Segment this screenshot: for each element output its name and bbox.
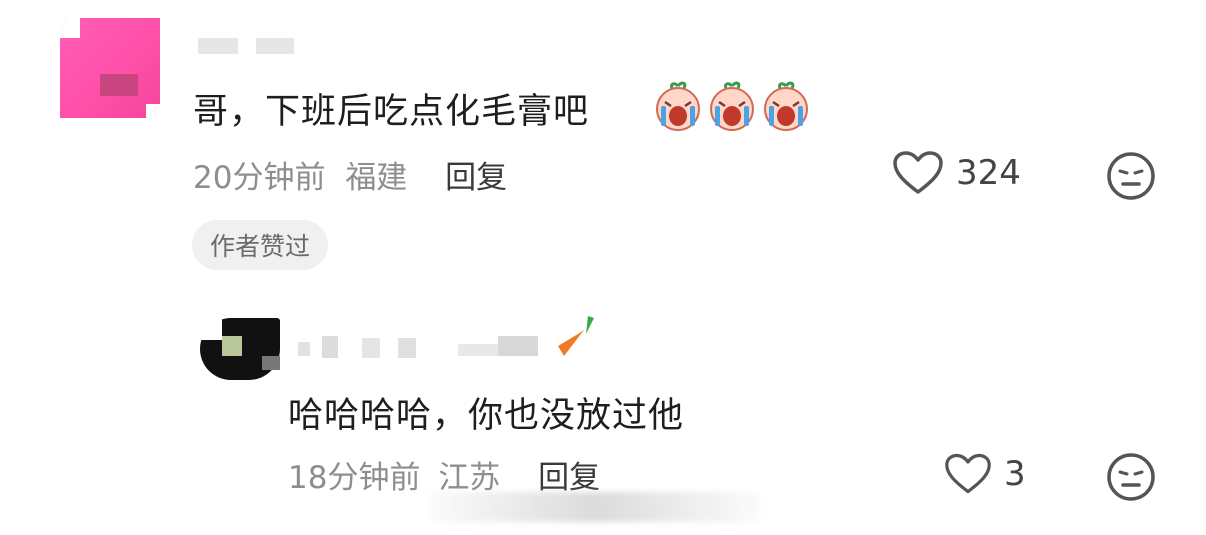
comment-text: 哥，下班后吃点化毛膏吧 (193, 92, 590, 132)
reply-text: 哈哈哈哈，你也没放过他 (288, 396, 685, 436)
reply-location: 江苏 (438, 460, 501, 496)
reply-time: 18分钟前 (288, 460, 421, 496)
crying-peach-icon (764, 81, 808, 131)
username-blurred[interactable] (198, 38, 294, 54)
reply-username-blurred[interactable] (298, 336, 598, 360)
like-count: 324 (956, 153, 1021, 193)
comment-time: 20分钟前 (193, 160, 326, 196)
crying-peach-icon (710, 81, 754, 131)
meh-face-icon[interactable] (1105, 451, 1157, 503)
emoji-group (652, 80, 812, 132)
reply-meta: 18分钟前 江苏 回复 (288, 452, 600, 497)
avatar[interactable] (60, 18, 160, 118)
crying-peach-icon (656, 81, 700, 131)
carrot-icon (558, 316, 594, 356)
reply-like-count: 3 (1004, 454, 1026, 494)
watermark-blur (430, 492, 760, 522)
author-liked-badge: 作者赞过 (192, 220, 329, 270)
reply-reply-button[interactable]: 回复 (538, 460, 600, 496)
heart-icon (893, 151, 943, 194)
reply-like-button[interactable]: 3 (944, 452, 1026, 496)
comment-meta: 20分钟前 福建 回复 (193, 152, 507, 197)
comment-location: 福建 (345, 160, 408, 196)
like-button[interactable]: 324 (892, 150, 1021, 196)
reply-avatar[interactable] (200, 318, 280, 380)
heart-icon (945, 453, 991, 494)
reply-button[interactable]: 回复 (445, 160, 507, 196)
meh-face-icon[interactable] (1105, 150, 1157, 202)
